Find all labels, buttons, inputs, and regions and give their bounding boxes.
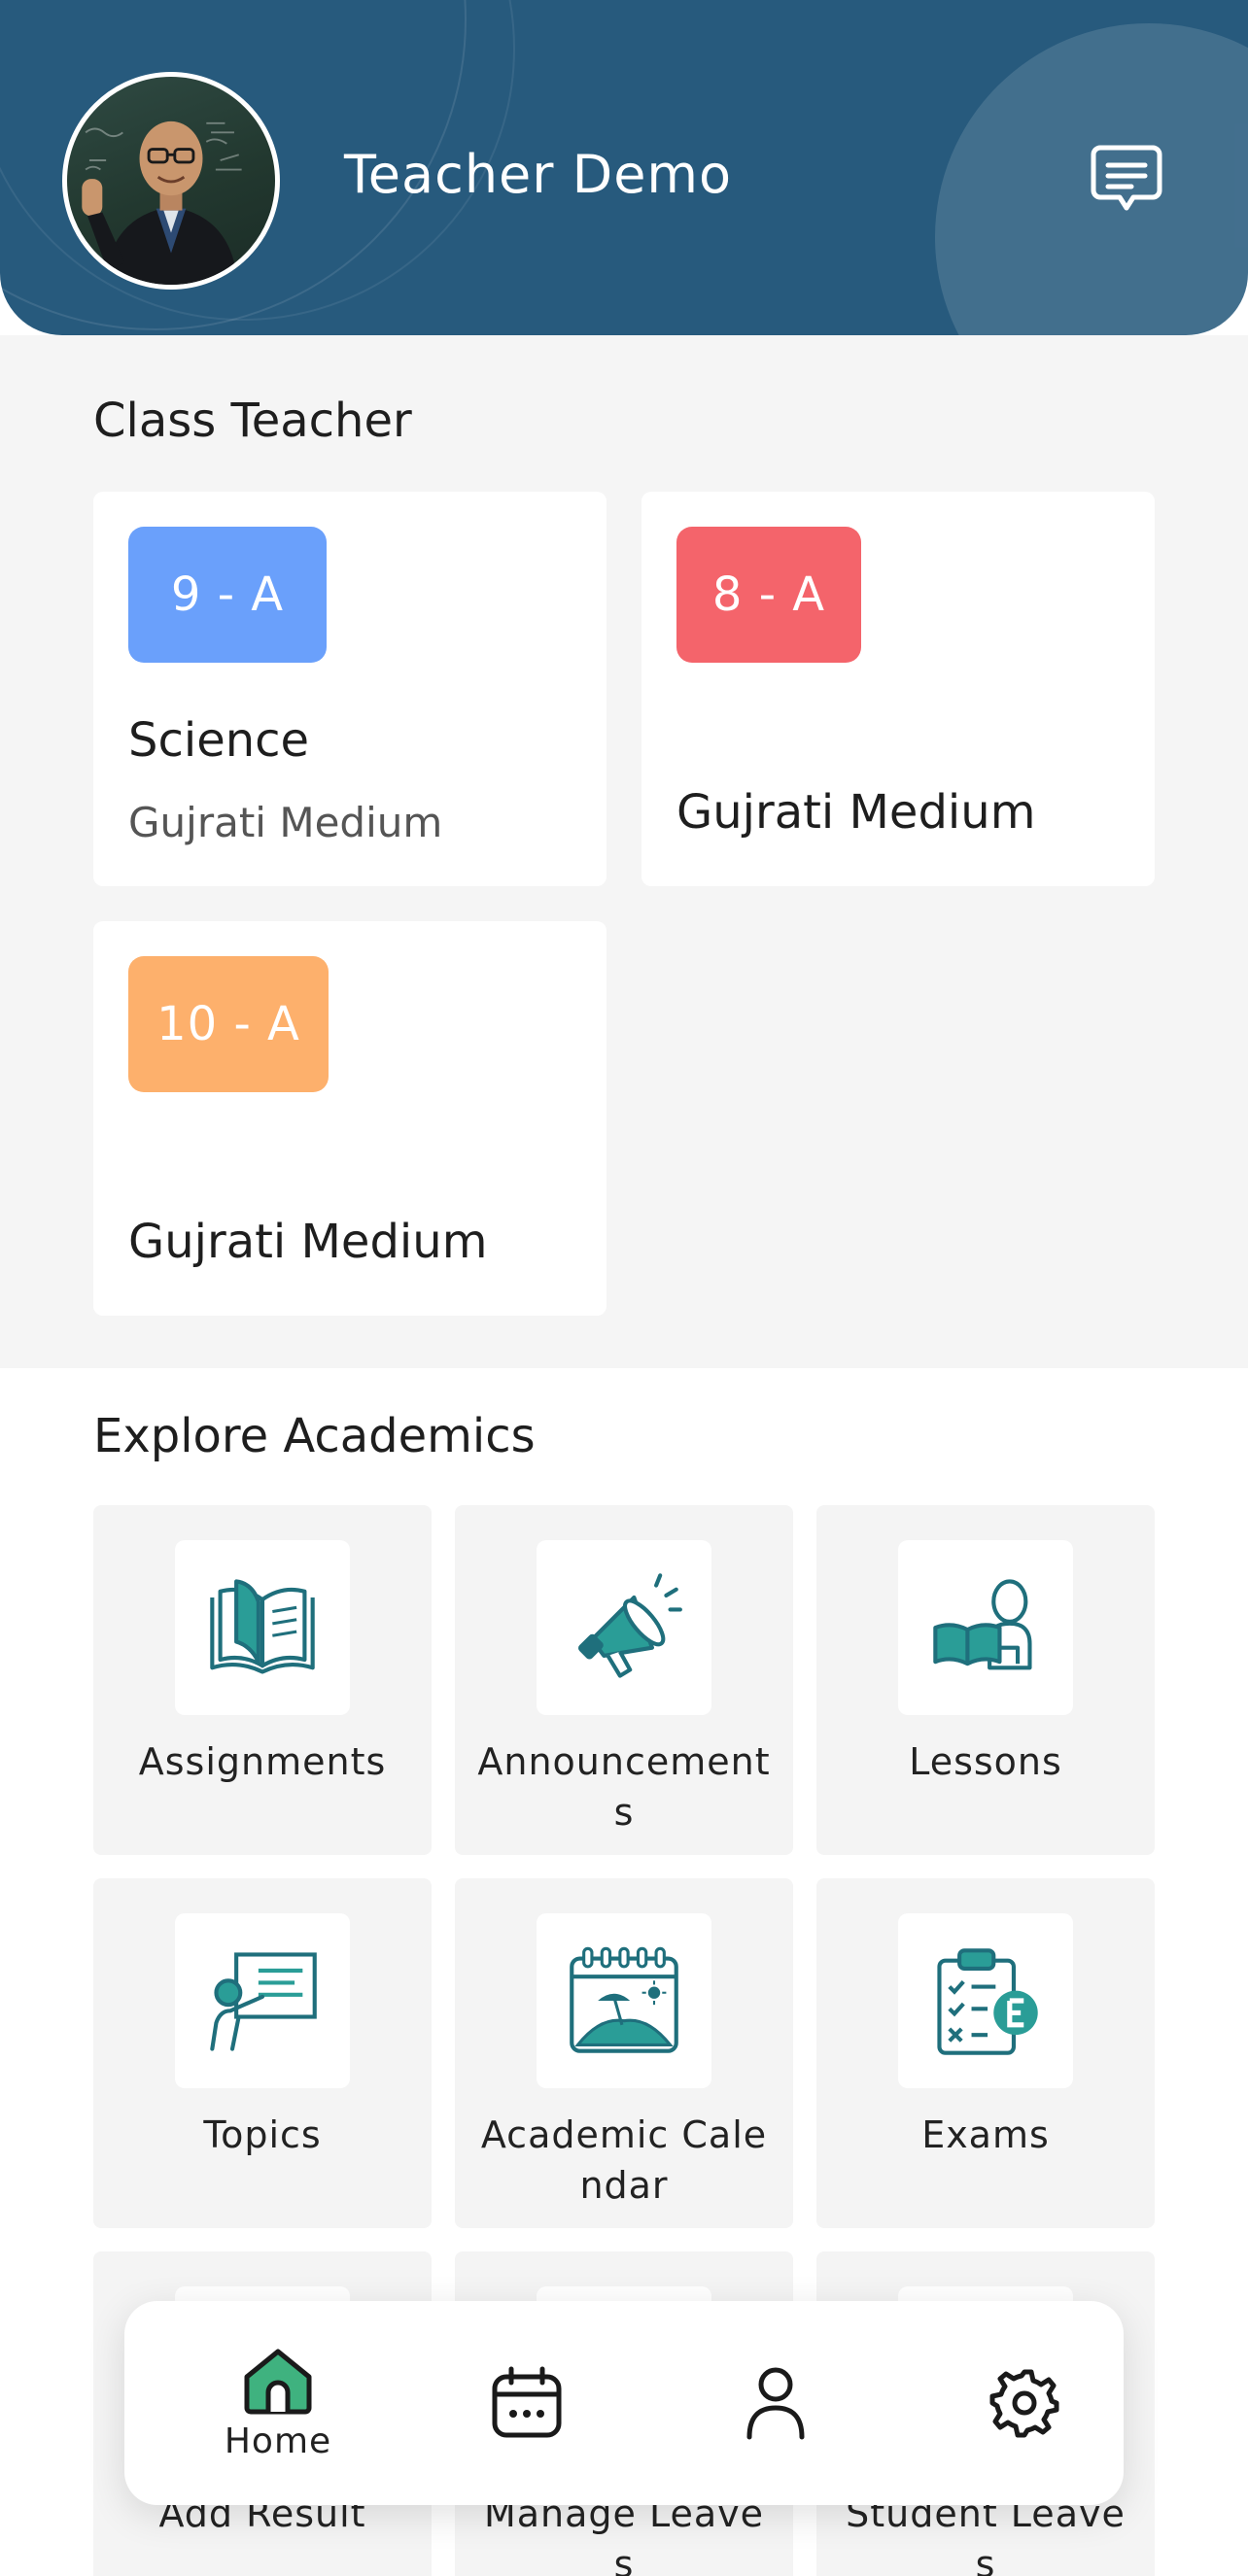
tile-icon-box: [898, 1540, 1073, 1715]
profile-icon: [746, 2367, 805, 2440]
tile-label: Announcements: [477, 1740, 771, 1834]
presentation-board-icon: [210, 1952, 317, 2051]
teacher-photo: [82, 120, 242, 285]
tile-label: Academic Calendar: [480, 2113, 768, 2207]
nav-calendar[interactable]: [430, 2301, 624, 2505]
nav-label: Home: [224, 2421, 332, 2461]
header: Teacher Demo: [0, 0, 1248, 335]
tile-announcements[interactable]: Announcements: [455, 1505, 793, 1855]
class-medium: Gujrati Medium: [128, 799, 443, 846]
tile-label: Lessons: [909, 1740, 1062, 1783]
class-teacher-section: Class Teacher 9 - A Science Gujrati Medi…: [0, 335, 1248, 1368]
megaphone-icon: [577, 1573, 682, 1678]
class-subject: Science: [128, 713, 310, 768]
tile-label: Topics: [203, 2113, 322, 2156]
class-card[interactable]: 8 - A Gujrati Medium: [641, 492, 1155, 886]
open-book-icon: [210, 1579, 315, 1674]
class-card[interactable]: 9 - A Science Gujrati Medium: [93, 492, 607, 886]
nav-home[interactable]: Home: [181, 2301, 375, 2505]
nav-profile[interactable]: [678, 2301, 873, 2505]
section-title: Explore Academics: [93, 1409, 536, 1463]
home-icon: [244, 2349, 312, 2414]
class-badge: 8 - A: [676, 527, 861, 663]
tile-assignments[interactable]: Assignments: [93, 1505, 432, 1855]
nav-settings[interactable]: [927, 2301, 1122, 2505]
avatar[interactable]: [62, 72, 280, 290]
tile-icon-box: [537, 1913, 711, 2088]
tile-lessons[interactable]: Lessons: [816, 1505, 1155, 1855]
tile-label: Exams: [921, 2113, 1050, 2156]
tile-icon-box: [175, 1913, 350, 2088]
tile-icon-box: [175, 1540, 350, 1715]
tile-icon-box: [898, 1913, 1073, 2088]
exam-clipboard-icon: [937, 1948, 1038, 2055]
class-card[interactable]: 10 - A Gujrati Medium: [93, 921, 607, 1316]
class-medium: Gujrati Medium: [128, 1215, 488, 1269]
tile-exams[interactable]: Exams: [816, 1878, 1155, 2228]
calendar-icon: [492, 2366, 562, 2438]
teacher-name: Teacher Demo: [344, 144, 733, 205]
tile-label: Assignments: [138, 1740, 387, 1783]
chat-button[interactable]: [1085, 138, 1168, 222]
class-badge: 10 - A: [128, 956, 329, 1092]
section-title: Class Teacher: [93, 394, 412, 448]
tile-icon-box: [537, 1540, 711, 1715]
tile-academic-calendar[interactable]: Academic Calendar: [455, 1878, 793, 2228]
class-medium: Gujrati Medium: [676, 785, 1036, 840]
calendar-beach-icon: [570, 1946, 678, 2053]
chat-icon: [1091, 145, 1162, 211]
reading-student-icon: [933, 1579, 1032, 1670]
class-badge: 9 - A: [128, 527, 327, 663]
tile-topics[interactable]: Topics: [93, 1878, 432, 2228]
settings-icon: [989, 2369, 1059, 2438]
bottom-navigation: Home: [124, 2301, 1124, 2505]
